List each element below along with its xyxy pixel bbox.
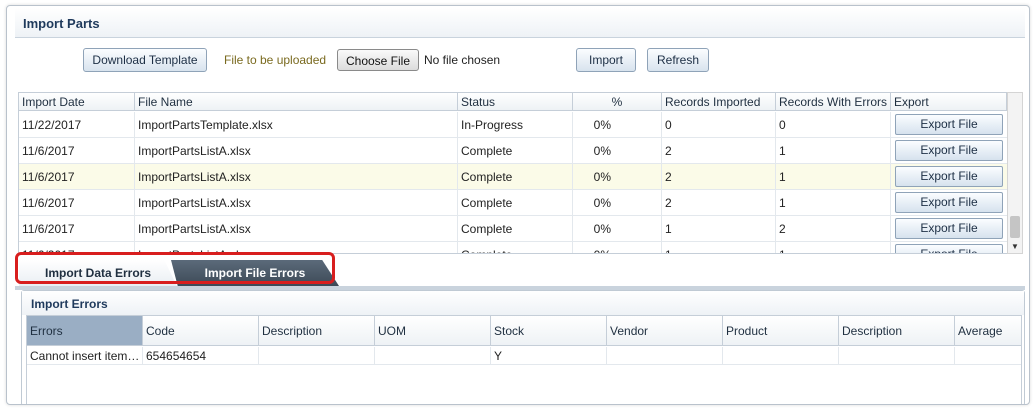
cell-pct: 0% [573,242,662,253]
cell-status: Complete [458,216,573,242]
cell-pct: 0% [573,216,662,242]
col-file-name[interactable]: File Name [135,93,458,111]
cell-errors: 0 [776,112,891,138]
cell-code: 654654654 [143,347,259,365]
cell-errors: 1 [776,242,891,253]
import-errors-header: Import Errors [22,291,1024,315]
cell-description-2 [839,347,955,365]
cell-errors: 1 [776,138,891,164]
cell-pct: 0% [573,164,662,190]
col-product[interactable]: Product [723,316,839,346]
cell-file: ImportPartsListA.xlsx [135,216,458,242]
col-records-with-errors[interactable]: Records With Errors [776,93,891,111]
cell-pct: 0% [573,190,662,216]
cell-imported: 2 [662,190,776,216]
cell-imported: 2 [662,164,776,190]
cell-error: Cannot insert item… [27,347,143,365]
cell-date: 11/22/2017 [19,112,135,138]
scroll-down-icon[interactable]: ▼ [1011,242,1019,251]
cell-file: ImportPartsListA.xlsx [135,190,458,216]
no-file-chosen-text: No file chosen [424,53,501,67]
cell-imported: 1 [662,216,776,242]
cell-pct: 0% [573,138,662,164]
cell-imported: 0 [662,112,776,138]
cell-date: 11/6/2017 [19,138,135,164]
col-description-2[interactable]: Description [839,316,955,346]
export-file-button[interactable]: Export File [895,114,1003,135]
col-import-date[interactable]: Import Date [19,93,135,111]
choose-file-button[interactable]: Choose File [337,49,419,71]
col-average[interactable]: Average [955,316,1021,346]
import-errors-panel: Import Errors Errors Code Description UO… [21,290,1025,404]
cell-file: ImportPartsListA.xlsx [135,138,458,164]
cell-product [723,347,839,365]
cell-stock: Y [491,347,607,365]
cell-status: Complete [458,242,573,253]
cell-file: ImportPartsTemplate.xlsx [135,112,458,138]
imports-table-scrollbar[interactable]: ▼ [1007,92,1023,254]
col-percent[interactable]: % [573,93,662,111]
col-vendor[interactable]: Vendor [607,316,723,346]
cell-file: ImportPartsListA.xlsx [135,164,458,190]
col-errors[interactable]: Errors [27,316,143,346]
cell-pct: 0% [573,112,662,138]
cell-average [955,347,1021,365]
scrollbar-thumb[interactable] [1010,216,1020,238]
table-row[interactable]: 11/6/2017 ImportPartsListA.xlsx Complete… [19,164,1011,190]
table-row[interactable]: 11/6/2017 ImportPartsListA.xlsx Complete… [19,216,1011,242]
cell-date: 11/6/2017 [19,164,135,190]
col-export[interactable]: Export [891,93,1007,111]
cell-date: 11/6/2017 [19,190,135,216]
file-to-upload-label: File to be uploaded [224,53,327,67]
cell-vendor [607,347,723,365]
table-row[interactable]: 11/6/2017 ImportPartsListA.xlsx Complete… [19,190,1011,216]
col-status[interactable]: Status [458,93,573,111]
table-row[interactable]: 11/22/2017 ImportPartsTemplate.xlsx In-P… [19,112,1011,138]
col-stock[interactable]: Stock [491,316,607,346]
cell-errors: 1 [776,190,891,216]
panel-title: Import Parts [23,16,100,31]
tabs-highlight-box [15,252,335,284]
col-records-imported[interactable]: Records Imported [662,93,776,111]
refresh-button[interactable]: Refresh [647,48,709,72]
cell-imported: 1 [662,242,776,253]
table-row[interactable]: 11/6/2017 ImportPartsListA.xlsx Complete… [19,138,1011,164]
import-parts-window: Import Parts Download Template File to b… [6,5,1030,405]
cell-errors: 1 [776,164,891,190]
cell-uom [375,347,491,365]
import-errors-table: Errors Code Description UOM Stock Vendor… [26,315,1022,404]
export-file-button[interactable]: Export File [895,192,1003,213]
import-button[interactable]: Import [576,48,636,72]
export-file-button[interactable]: Export File [895,244,1003,253]
cell-description [259,347,375,365]
export-file-button[interactable]: Export File [895,166,1003,187]
import-errors-title: Import Errors [31,297,108,311]
imports-table-header: Import Date File Name Status % Records I… [19,93,1011,111]
panel-header: Import Parts [15,8,1025,38]
cell-status: Complete [458,138,573,164]
cell-status: In-Progress [458,112,573,138]
col-description[interactable]: Description [259,316,375,346]
cell-errors: 2 [776,216,891,242]
col-code[interactable]: Code [143,316,259,346]
cell-imported: 2 [662,138,776,164]
col-uom[interactable]: UOM [375,316,491,346]
export-file-button[interactable]: Export File [895,140,1003,161]
cell-status: Complete [458,164,573,190]
cell-date: 11/6/2017 [19,216,135,242]
imports-table: Import Date File Name Status % Records I… [18,92,1012,254]
cell-status: Complete [458,190,573,216]
download-template-button[interactable]: Download Template [83,48,207,72]
export-file-button[interactable]: Export File [895,218,1003,239]
